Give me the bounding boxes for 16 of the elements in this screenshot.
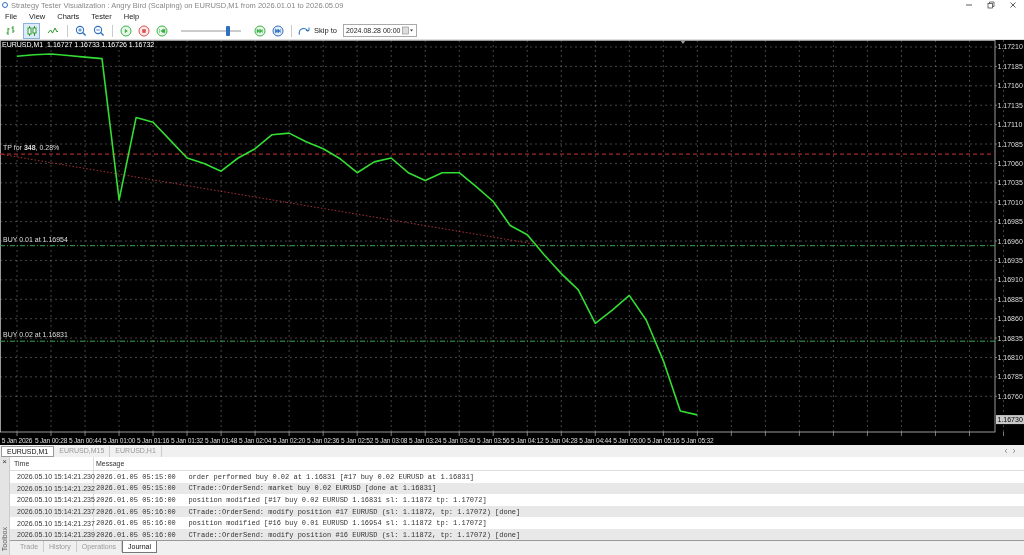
- curved-arrow-icon[interactable]: [298, 25, 310, 36]
- restore-icon[interactable]: [986, 0, 996, 10]
- scroll-right-icon[interactable]: [1010, 447, 1018, 455]
- calendar-dropdown-icon[interactable]: [402, 26, 415, 35]
- stop-icon[interactable]: [138, 24, 150, 37]
- slider-thumb[interactable]: [225, 25, 230, 36]
- skip-to-end-icon[interactable]: [272, 24, 284, 37]
- zoom-out-icon[interactable]: [93, 24, 105, 37]
- play-icon[interactable]: [120, 24, 132, 37]
- step-back-icon[interactable]: [156, 24, 168, 37]
- close-icon[interactable]: [1008, 0, 1018, 10]
- triangle-icon: [680, 40, 686, 44]
- fast-forward-icon[interactable]: [254, 24, 266, 37]
- scroll-left-icon[interactable]: [1002, 447, 1010, 455]
- close-button[interactable]: ×: [2, 457, 7, 467]
- zoom-in-icon[interactable]: [75, 24, 87, 37]
